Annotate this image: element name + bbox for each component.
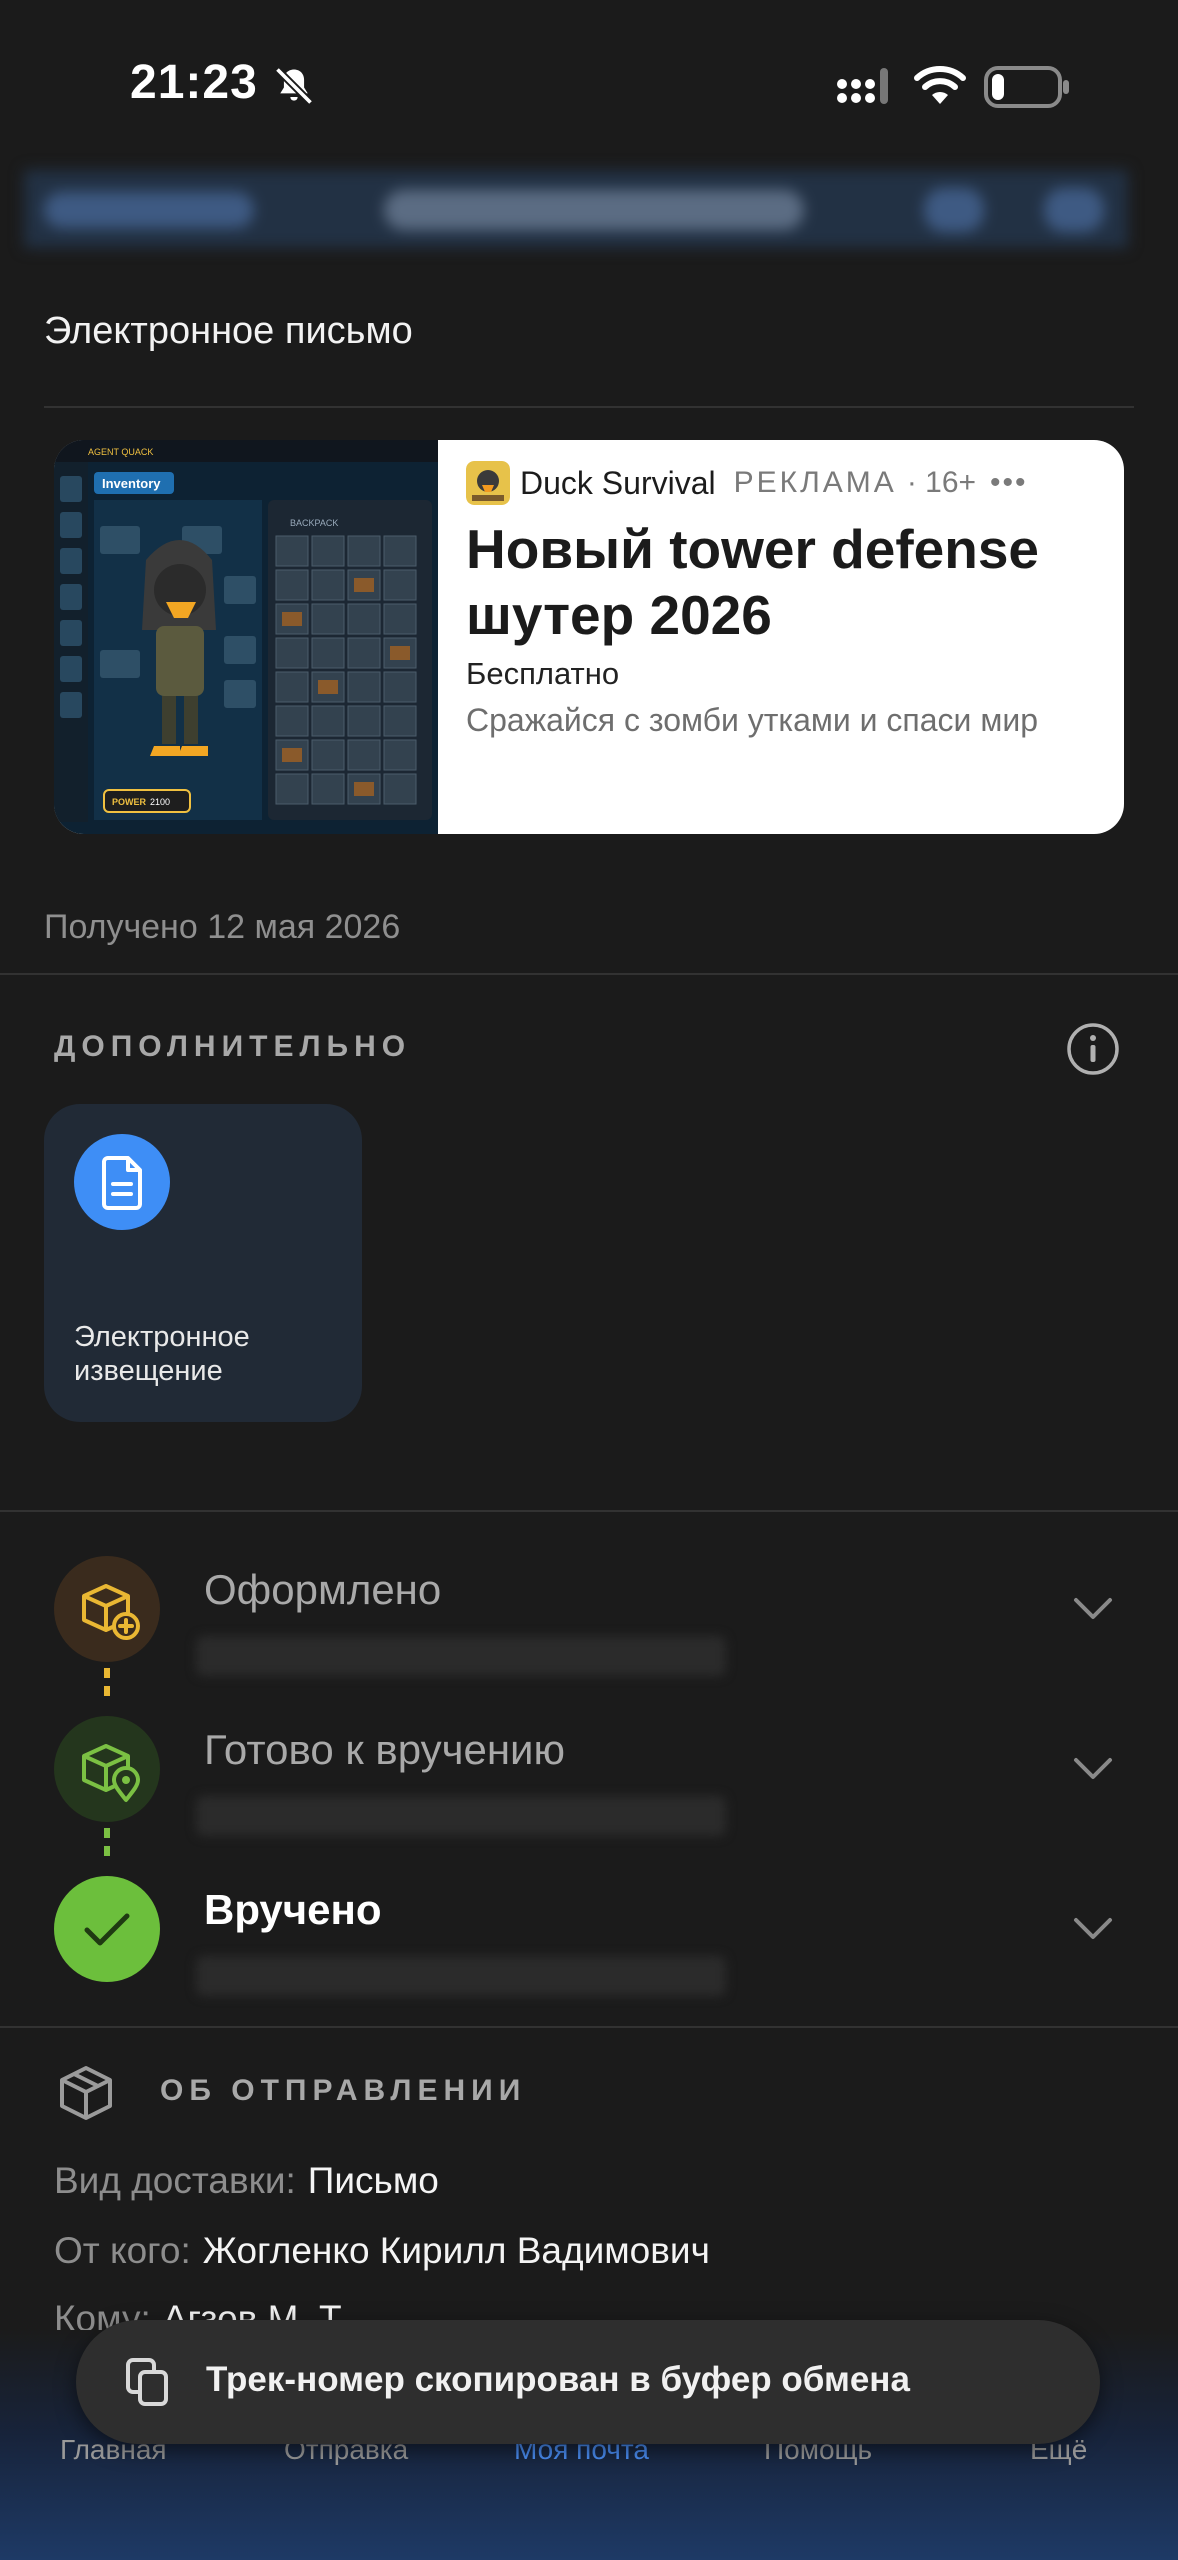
tile-label: Электронное извещение (74, 1321, 250, 1387)
top-navigation-bar (24, 170, 1128, 248)
ad-meta-row: Duck Survival РЕКЛАМА · 16+ ••• (466, 458, 1094, 508)
shipment-row-delivery-type: Вид доставки: Письмо (54, 2160, 439, 2202)
timeline-connector (104, 1828, 110, 1858)
shipment-section-heading: ОБ ОТПРАВЛЕНИИ (160, 2074, 527, 2107)
ad-image-character-name: AGENT QUACK (88, 447, 153, 457)
toast-notification: Трек-номер скопирован в буфер обмена (76, 2320, 1100, 2444)
divider (0, 2026, 1178, 2028)
received-date: Получено 12 мая 2026 (44, 908, 401, 946)
step-2-details-blurred (196, 1796, 726, 1836)
ad-price: Бесплатно (466, 656, 620, 691)
chevron-down-icon[interactable] (1072, 1754, 1114, 1782)
message-subject: Электронное письмо (44, 310, 413, 352)
box-add-icon (82, 1584, 140, 1640)
ad-description: Сражайся с зомби утками и спаси мир (466, 702, 1038, 738)
shipment-row-sender: От кого: Жогленко Кирилл Вадимович (54, 2230, 710, 2272)
ad-image-inventory-label: Inventory (102, 476, 161, 491)
ad-image-backpack-label: BACKPACK (290, 518, 338, 528)
step-3-badge (54, 1876, 160, 1982)
chevron-down-icon[interactable] (1072, 1594, 1114, 1622)
extra-section-heading: ДОПОЛНИТЕЛЬНО (54, 1030, 412, 1063)
ad-age-rating: · 16+ (906, 466, 977, 499)
box-location-icon (82, 1744, 140, 1802)
ad-image-power-value: 2100 (150, 797, 170, 807)
checkmark-icon (84, 1913, 130, 1946)
divider (0, 1510, 1178, 1512)
battery-icon (984, 66, 1069, 108)
step-2-title: Готово к вручению (204, 1726, 565, 1773)
divider (0, 973, 1178, 975)
step-1-badge (54, 1556, 160, 1662)
duck-app-icon (466, 461, 510, 505)
bell-muted-icon (274, 66, 314, 106)
info-icon[interactable] (1066, 1022, 1120, 1076)
row-value: Жогленко Кирилл Вадимович (202, 2230, 710, 2271)
ad-content[interactable]: Duck Survival РЕКЛАМА · 16+ ••• Новый to… (466, 458, 1094, 739)
ad-label: РЕКЛАМА (733, 466, 897, 499)
package-icon (60, 2066, 112, 2120)
step-1-title: Оформлено (204, 1566, 442, 1613)
timeline-connector (104, 1668, 110, 1698)
toast-text: Трек-номер скопирован в буфер обмена (206, 2360, 910, 2399)
chevron-down-icon[interactable] (1072, 1914, 1114, 1942)
electronic-notice-tile[interactable]: Электронное извещение (44, 1104, 362, 1422)
row-label: От кого: (54, 2230, 191, 2271)
ad-title: Новый tower defense шутер 2026 (466, 518, 1040, 646)
wifi-icon (914, 66, 966, 104)
step-1-details-blurred (196, 1636, 726, 1676)
ad-banner[interactable]: AGENT QUACK Inventory POWER 2100 BACKPAC… (54, 440, 1124, 834)
row-label: Вид доставки: (54, 2160, 296, 2201)
copy-icon (126, 2358, 168, 2406)
cellular-signal-icon (837, 68, 888, 104)
step-3-details-blurred (196, 1956, 726, 1996)
row-value: Письмо (307, 2160, 439, 2201)
step-3-title: Вручено (204, 1886, 382, 1933)
ad-image-power-label: POWER (112, 797, 147, 807)
status-bar: 21:23 (0, 0, 1178, 160)
ad-more-button[interactable]: ••• (990, 466, 1028, 500)
step-2-badge (54, 1716, 160, 1822)
document-icon (74, 1134, 170, 1230)
divider (44, 406, 1134, 408)
ad-app-name: Duck Survival (520, 464, 716, 501)
status-time: 21:23 (130, 56, 258, 109)
ad-game-screenshot[interactable]: AGENT QUACK Inventory POWER 2100 BACKPAC… (54, 440, 438, 834)
